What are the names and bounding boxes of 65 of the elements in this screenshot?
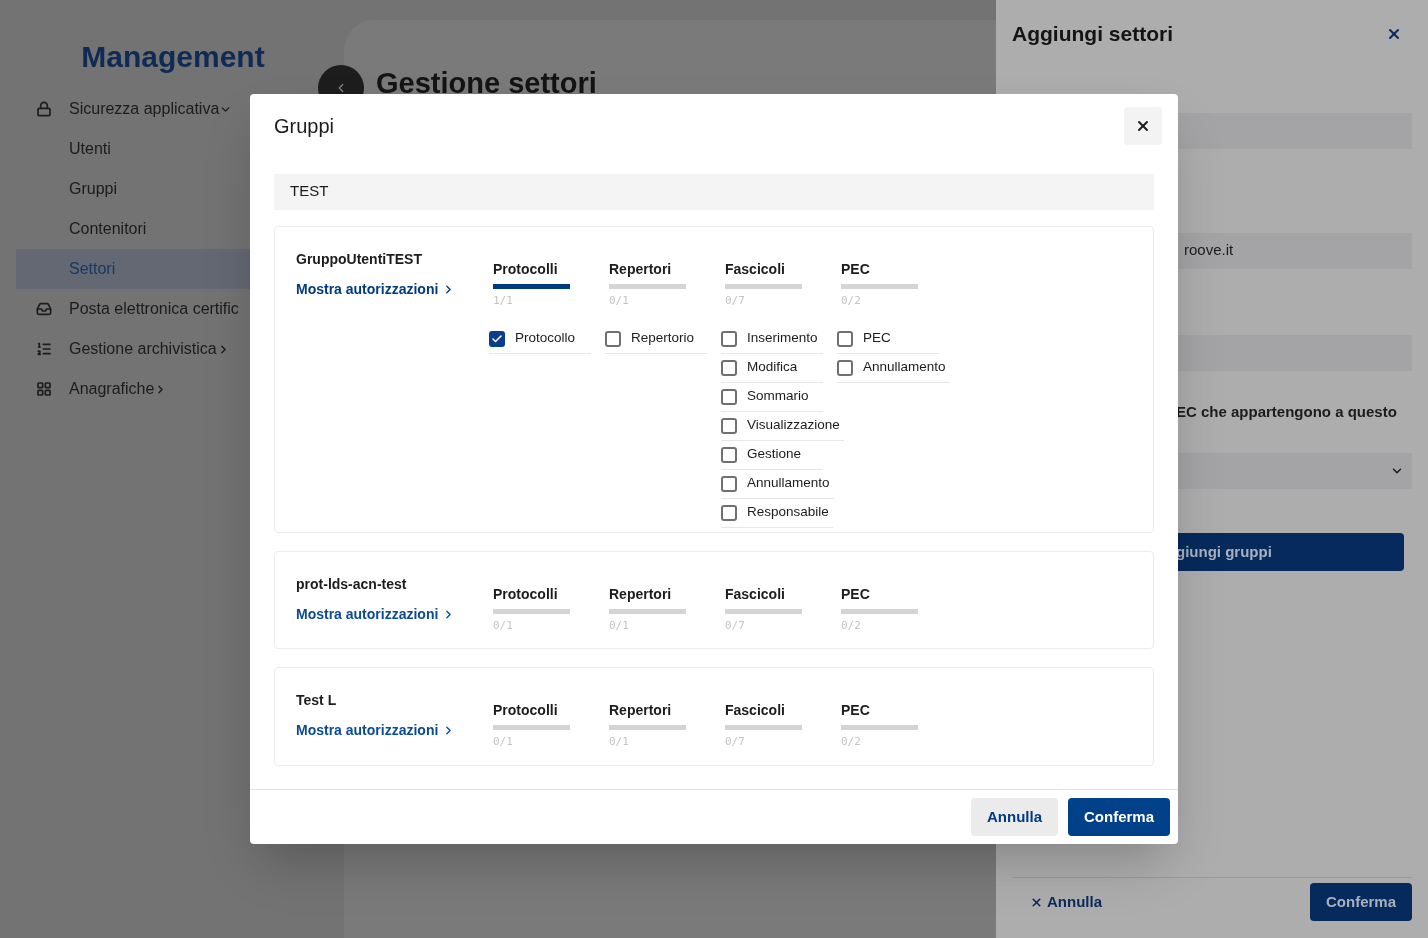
sidebar-subitem[interactable]: Gruppi [16, 169, 250, 209]
category-label: Protocolli [493, 701, 559, 720]
group-name: Test L [296, 691, 338, 710]
category-label: Fascicoli [725, 260, 786, 279]
cancel-button[interactable]: Annulla [971, 798, 1058, 836]
sidebar-subitem[interactable]: Utenti [16, 129, 250, 169]
category-label: Protocolli [493, 260, 559, 279]
confirm-button[interactable]: Conferma [1310, 883, 1412, 921]
lock-icon [36, 101, 52, 117]
category-label: Repertori [609, 260, 673, 279]
sidebar-item[interactable]: Sicurezza applicativa [16, 89, 250, 129]
progress-count: 0/7 [725, 293, 746, 309]
progress-count: 0/1 [609, 734, 630, 750]
progress-count: 1/1 [493, 293, 514, 309]
cancel-button[interactable]: Annulla [1030, 890, 1102, 914]
close-icon [1135, 118, 1151, 134]
progress-count: 0/1 [609, 617, 630, 634]
sidebar-item[interactable]: Posta elettronica certific [16, 289, 250, 329]
group-name: prot-lds-acn-test [296, 574, 408, 594]
grid-icon [36, 381, 52, 397]
permission-checkbox[interactable]: Annullamento [837, 353, 950, 383]
inbox-icon [36, 301, 52, 317]
category-label: PEC [841, 584, 871, 604]
permission-checkbox[interactable]: Responsabile [721, 498, 833, 528]
permission-checkbox[interactable]: Gestione [721, 440, 823, 470]
permission-checkbox[interactable]: PEC [837, 324, 939, 354]
show-permissions-link[interactable]: Mostra autorizzazioni [296, 720, 493, 741]
category-label: Fascicoli [725, 701, 786, 720]
category-label: PEC [841, 260, 871, 279]
progress-count: 0/2 [841, 734, 862, 750]
close-button[interactable] [1124, 107, 1162, 145]
drawer-title: Aggiungi settori [1012, 21, 1173, 47]
category-label: Fascicoli [725, 584, 786, 604]
sidebar-item[interactable]: Anagrafiche [16, 369, 250, 409]
sidebar-subitem[interactable]: Contenitori [16, 209, 250, 249]
dialog-title: Gruppi [274, 114, 335, 139]
show-permissions-link[interactable]: Mostra autorizzazioni [296, 603, 493, 625]
page-title: Gestione settori [376, 66, 597, 101]
sidebar-item[interactable]: Gestione archivistica [16, 329, 250, 369]
permission-checkbox[interactable]: Modifica [721, 353, 823, 383]
category-label: PEC [841, 701, 871, 720]
numbered-list-icon [36, 341, 52, 357]
category-label: Repertori [609, 584, 673, 604]
show-permissions-link[interactable]: Mostra autorizzazioni [296, 279, 493, 300]
permission-checkbox[interactable]: Sommario [721, 382, 823, 412]
search-field[interactable]: TEST [274, 174, 1154, 210]
permission-checkbox[interactable]: Annullamento [721, 469, 834, 499]
progress-count: 0/7 [725, 734, 746, 750]
progress-count: 0/1 [493, 734, 514, 750]
permission-checkbox[interactable]: Repertorio [605, 324, 707, 354]
permission-checkbox[interactable]: Inserimento [721, 324, 823, 354]
close-icon [1030, 895, 1043, 909]
app-title: Management [81, 39, 265, 75]
confirm-button[interactable]: Conferma [1068, 798, 1170, 836]
progress-count: 0/1 [609, 293, 630, 309]
category-label: Repertori [609, 701, 673, 720]
progress-count: 0/1 [493, 617, 514, 634]
check-icon [491, 332, 503, 345]
progress-count: 0/7 [725, 617, 746, 634]
group-name: GruppoUtentiTEST [296, 250, 423, 269]
permission-checkbox[interactable]: Visualizzazione [721, 411, 844, 441]
progress-count: 0/2 [841, 617, 862, 634]
progress-count: 0/2 [841, 293, 862, 309]
category-label: Protocolli [493, 584, 559, 604]
permission-checkbox[interactable]: Protocollo [489, 324, 591, 354]
